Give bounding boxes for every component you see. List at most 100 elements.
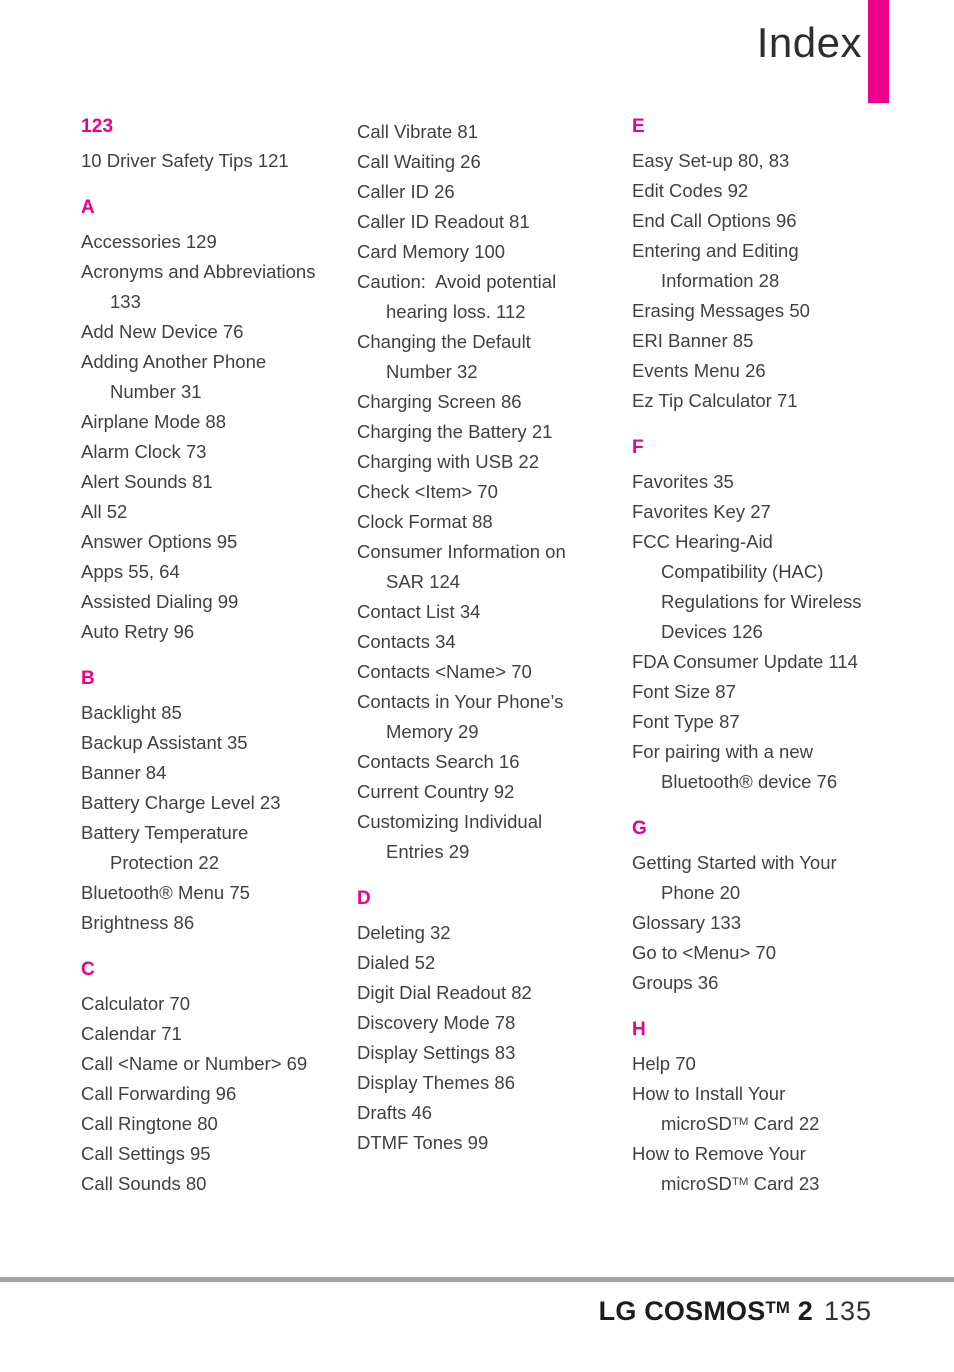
- index-entry-text: Assisted Dialing 99: [81, 591, 239, 612]
- index-entry-text: 10 Driver Safety Tips 121: [81, 150, 289, 171]
- index-entry-text: Call Settings 95: [81, 1143, 211, 1164]
- index-entry-continuation: SAR 124: [386, 571, 461, 592]
- index-entry-text: Airplane Mode 88: [81, 411, 227, 432]
- index-entry-text: Clock Format 88: [357, 511, 493, 532]
- index-entry-text: End Call Options 96: [632, 210, 797, 231]
- index-entry: Dialed 52: [357, 948, 625, 978]
- index-entry-continuation: Entries 29: [386, 841, 470, 862]
- index-entry-text: Call Waiting 26: [357, 151, 481, 172]
- footer-divider: [0, 1277, 954, 1282]
- index-entry: Contacts Search 16: [357, 747, 625, 777]
- index-entry-continuation: Protection 22: [110, 852, 220, 873]
- section-letter-heading: C: [81, 959, 95, 980]
- index-entry-text: Call Vibrate 81: [357, 121, 479, 142]
- index-entry-continuation: Bluetooth® device 76: [661, 771, 838, 792]
- index-entry-text: Contacts <Name> 70: [357, 661, 532, 682]
- section-letter-heading: G: [632, 818, 647, 839]
- index-entry-text: Deleting 32: [357, 922, 451, 943]
- page-title: Index: [756, 19, 862, 66]
- index-entry-continuation: Compatibility (HAC): [661, 561, 824, 582]
- index-entry: Discovery Mode 78: [357, 1008, 625, 1038]
- index-entry-continuation: Number 31: [110, 381, 202, 402]
- index-entry: Answer Options 95: [81, 527, 349, 557]
- index-column-2: Call Vibrate 81 Call Waiting 26 Caller ID …: [357, 117, 625, 1158]
- index-entry: Charging the Battery 21: [357, 417, 625, 447]
- index-entry: Glossary 133: [632, 908, 900, 938]
- index-entry-continuation: Regulations for Wireless: [661, 591, 862, 612]
- index-entry: Airplane Mode 88: [81, 407, 349, 437]
- index-section: B Backlight 85 Backup Assistant 35 Banner 8…: [81, 669, 349, 938]
- index-entry-text: Auto Retry 96: [81, 621, 195, 642]
- index-entry-text: Changing the Default: [357, 331, 531, 352]
- index-entry: FDA Consumer Update 114: [632, 647, 900, 677]
- index-entry: Battery Temperature Protection 22: [81, 818, 349, 878]
- index-entry-text: Call Sounds 80: [81, 1173, 207, 1194]
- index-entry-text: Erasing Messages 50: [632, 300, 810, 321]
- index-entry-text: Bluetooth® Menu 75: [81, 882, 250, 903]
- index-entry: Call Waiting 26: [357, 147, 625, 177]
- index-entry-text: Dialed 52: [357, 952, 436, 973]
- index-entry-text: Go to <Menu> 70: [632, 942, 776, 963]
- index-entry: Consumer Information on SAR 124: [357, 537, 625, 597]
- index-entry-text: For pairing with a new: [632, 741, 813, 762]
- page-header: Index: [0, 0, 954, 104]
- index-entry-text: Favorites 35: [632, 471, 734, 492]
- index-entry: Contacts <Name> 70: [357, 657, 625, 687]
- index-entry-text: FCC Hearing-Aid: [632, 531, 773, 552]
- page-footer: LG COSMOSTM 2 135: [599, 1296, 872, 1327]
- index-entry-text: FDA Consumer Update 114: [632, 651, 858, 672]
- index-entry-text: Acronyms and Abbreviations: [81, 261, 316, 282]
- index-entry: All 52: [81, 497, 349, 527]
- index-entry-text: Font Size 87: [632, 681, 736, 702]
- index-entry-text: Caller ID 26: [357, 181, 455, 202]
- index-entry: Banner 84: [81, 758, 349, 788]
- index-entry: Erasing Messages 50: [632, 296, 900, 326]
- index-entry: How to Install Your microSDTM Card 22: [632, 1079, 900, 1139]
- index-entry-text: Alarm Clock 73: [81, 441, 207, 462]
- index-entry: Events Menu 26: [632, 356, 900, 386]
- index-entry: Charging with USB 22: [357, 447, 625, 477]
- index-entry: How to Remove Your microSDTM Card 23: [632, 1139, 900, 1199]
- index-column-3: E Easy Set-up 80, 83 Edit Codes 92 End Call…: [632, 117, 900, 1199]
- index-entry-text: ERI Banner 85: [632, 330, 754, 351]
- section-letter-heading: A: [81, 197, 95, 218]
- index-entry: DTMF Tones 99: [357, 1128, 625, 1158]
- index-entry: Assisted Dialing 99: [81, 587, 349, 617]
- index-entry-continuation: hearing loss. 112: [386, 301, 526, 322]
- index-entry: Go to <Menu> 70: [632, 938, 900, 968]
- index-entry: Call Vibrate 81: [357, 117, 625, 147]
- index-entry: Call Settings 95: [81, 1139, 349, 1169]
- index-entry-text: Call Ringtone 80: [81, 1113, 218, 1134]
- index-entry: FCC Hearing-Aid Compatibility (HAC) Regula…: [632, 527, 900, 647]
- index-entry: Deleting 32: [357, 918, 625, 948]
- index-entry-text: Display Settings 83: [357, 1042, 516, 1063]
- index-entry: ERI Banner 85: [632, 326, 900, 356]
- index-entry-text: Favorites Key 27: [632, 501, 771, 522]
- index-entry: Check <Item> 70: [357, 477, 625, 507]
- index-entry-text: Add New Device 76: [81, 321, 244, 342]
- index-entry-text: Apps 55, 64: [81, 561, 180, 582]
- index-entry: Call Forwarding 96: [81, 1079, 349, 1109]
- index-section: Call Vibrate 81 Call Waiting 26 Caller ID …: [357, 117, 625, 867]
- index-entry-text: Calendar 71: [81, 1023, 182, 1044]
- index-entry-text: Contact List 34: [357, 601, 481, 622]
- index-entry: Acronyms and Abbreviations 133: [81, 257, 349, 317]
- section-letter-heading: D: [357, 888, 371, 909]
- header-accent-bar: [868, 0, 889, 103]
- index-entry-text: Ez Tip Calculator 71: [632, 390, 798, 411]
- index-entry: Contact List 34: [357, 597, 625, 627]
- index-entry: Entering and Editing Information 28: [632, 236, 900, 296]
- index-entry-continuation: Devices 126: [661, 621, 763, 642]
- index-entry: Favorites Key 27: [632, 497, 900, 527]
- index-entry: Font Type 87: [632, 707, 900, 737]
- index-entry: Display Settings 83: [357, 1038, 625, 1068]
- index-entry: Contacts 34: [357, 627, 625, 657]
- index-section: F Favorites 35 Favorites Key 27 FCC Hearing…: [632, 438, 900, 797]
- index-entry-text: Current Country 92: [357, 781, 515, 802]
- index-entry: Caller ID Readout 81: [357, 207, 625, 237]
- index-entry-text: Alert Sounds 81: [81, 471, 213, 492]
- index-entry-text: Accessories 129: [81, 231, 217, 252]
- index-entry: Battery Charge Level 23: [81, 788, 349, 818]
- index-entry-text: Discovery Mode 78: [357, 1012, 516, 1033]
- index-entry-continuation: Phone 20: [661, 882, 741, 903]
